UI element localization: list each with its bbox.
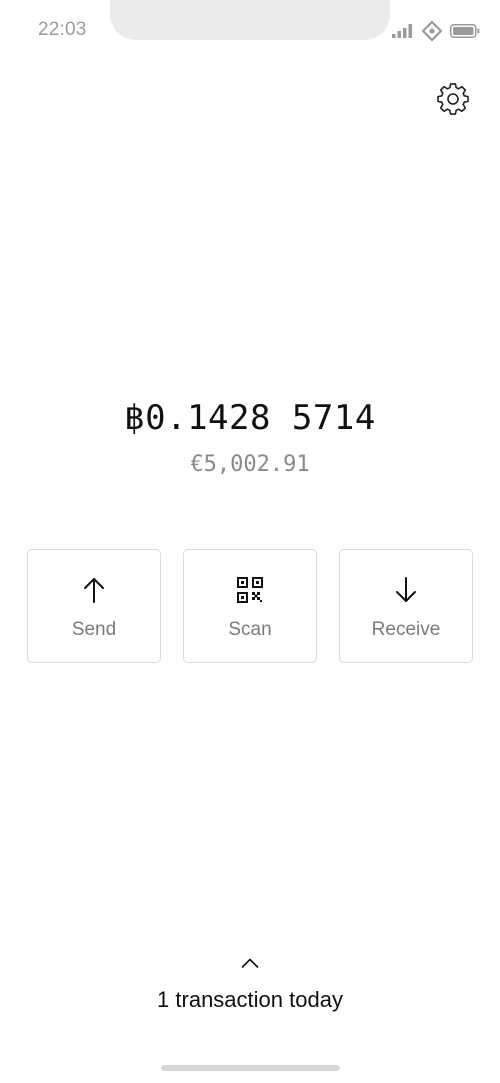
signal-icon <box>392 24 414 38</box>
transactions-summary: 1 transaction today <box>157 987 343 1012</box>
arrow-down-icon <box>394 575 418 605</box>
home-indicator[interactable] <box>161 1065 340 1071</box>
chevron-up-icon <box>241 955 259 973</box>
arrow-up-icon <box>82 575 106 605</box>
btc-balance: ฿0.1428 5714 <box>124 398 376 438</box>
balance-display: ฿0.1428 5714 €5,002.91 <box>0 398 500 477</box>
fiat-balance: €5,002.91 <box>190 452 310 477</box>
status-icons <box>392 20 480 42</box>
status-time: 22:03 <box>38 19 87 40</box>
send-label: Send <box>71 619 117 640</box>
location-icon <box>422 21 442 41</box>
device-notch <box>110 0 390 40</box>
battery-icon <box>450 24 480 38</box>
receive-label: Receive <box>371 619 441 640</box>
gear-icon <box>437 82 469 120</box>
settings-button[interactable] <box>436 82 470 120</box>
status-bar: 22:03 <box>0 0 500 60</box>
send-button[interactable]: Send <box>27 549 161 663</box>
action-buttons: Send Scan Receive <box>27 549 473 663</box>
receive-button[interactable]: Receive <box>339 549 473 663</box>
qr-code-icon <box>237 575 263 605</box>
scan-label: Scan <box>228 619 272 640</box>
transactions-toggle[interactable]: 1 transaction today <box>0 955 500 1013</box>
scan-button[interactable]: Scan <box>183 549 317 663</box>
